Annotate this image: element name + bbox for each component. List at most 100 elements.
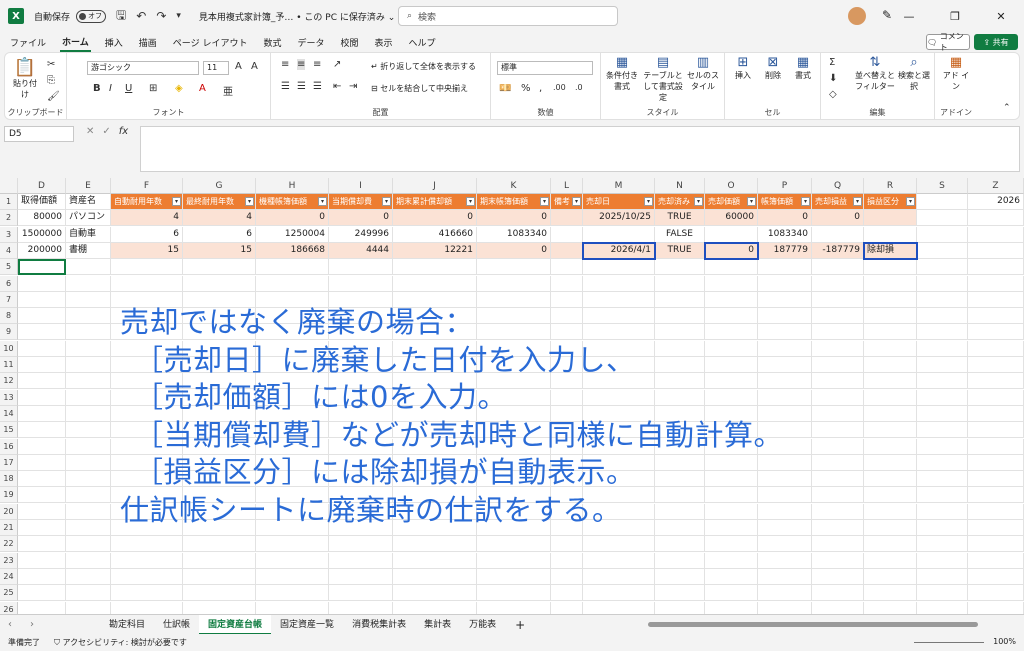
cell-d26[interactable] bbox=[18, 601, 66, 614]
cell-e12[interactable] bbox=[66, 373, 111, 390]
cell-z25[interactable] bbox=[968, 585, 1024, 602]
cell-k4[interactable]: 0 bbox=[477, 242, 551, 259]
filter-dropdown-icon[interactable]: ▾ bbox=[644, 197, 653, 206]
cell-d12[interactable] bbox=[18, 373, 66, 390]
fill-icon[interactable]: ⬇ bbox=[829, 73, 837, 84]
cell-h1[interactable]: 機種帳簿価額 ▾ bbox=[256, 194, 329, 210]
cell-d22[interactable] bbox=[18, 536, 66, 553]
row-header-19[interactable]: 19 bbox=[0, 487, 18, 504]
format-painter-icon[interactable]: 🖌 bbox=[47, 91, 60, 102]
align-bottom-icon[interactable]: ≡ bbox=[313, 59, 321, 70]
cell-s1[interactable] bbox=[917, 194, 968, 210]
cell-o26[interactable] bbox=[705, 601, 758, 614]
document-title[interactable]: 見本用複式家計簿_予… • この PC に保存済み ⌄ bbox=[199, 10, 395, 23]
filter-dropdown-icon[interactable]: ▾ bbox=[801, 197, 810, 206]
cell-r19[interactable] bbox=[864, 487, 917, 504]
cell-s8[interactable] bbox=[917, 308, 968, 325]
menu-review[interactable]: 校閲 bbox=[339, 34, 361, 51]
zoom-slider[interactable] bbox=[914, 642, 984, 643]
cell-m5[interactable] bbox=[583, 259, 655, 276]
row-header-7[interactable]: 7 bbox=[0, 291, 18, 308]
cell-s3[interactable] bbox=[917, 226, 968, 243]
cell-e15[interactable] bbox=[66, 422, 111, 439]
row-header-3[interactable]: 3 bbox=[0, 226, 18, 243]
menu-data[interactable]: データ bbox=[295, 34, 326, 51]
cell-i5[interactable] bbox=[329, 259, 393, 276]
menu-help[interactable]: ヘルプ bbox=[407, 34, 438, 51]
cell-d7[interactable] bbox=[18, 291, 66, 308]
cell-z21[interactable] bbox=[968, 520, 1024, 536]
cell-z19[interactable] bbox=[968, 487, 1024, 504]
cell-r23[interactable] bbox=[864, 552, 917, 569]
cell-q26[interactable] bbox=[812, 601, 864, 614]
align-center-icon[interactable]: ☰ bbox=[297, 81, 306, 92]
cell-d1[interactable]: 取得価額 bbox=[18, 194, 66, 210]
cell-m25[interactable] bbox=[583, 585, 655, 602]
cell-s20[interactable] bbox=[917, 503, 968, 520]
column-header-q[interactable]: Q bbox=[812, 178, 864, 194]
cell-q21[interactable] bbox=[812, 520, 864, 536]
cell-q13[interactable] bbox=[812, 389, 864, 406]
outdent-icon[interactable]: ⇥ bbox=[349, 81, 357, 92]
cell-f4[interactable]: 15 bbox=[111, 242, 183, 259]
cell-s7[interactable] bbox=[917, 291, 968, 308]
cell-j26[interactable] bbox=[393, 601, 477, 614]
cell-f23[interactable] bbox=[111, 552, 183, 569]
cell-p24[interactable] bbox=[758, 568, 812, 585]
cell-d14[interactable] bbox=[18, 405, 66, 422]
cell-h2[interactable]: 0 bbox=[256, 210, 329, 227]
cell-l25[interactable] bbox=[551, 585, 583, 602]
cell-f22[interactable] bbox=[111, 536, 183, 553]
shrink-font-icon[interactable]: A bbox=[251, 61, 258, 72]
row-header-17[interactable]: 17 bbox=[0, 454, 18, 471]
cell-d9[interactable] bbox=[18, 324, 66, 341]
sheet-tab-universal[interactable]: 万能表 bbox=[460, 615, 505, 635]
cell-q5[interactable] bbox=[812, 259, 864, 276]
cell-d18[interactable] bbox=[18, 471, 66, 488]
cell-o6[interactable] bbox=[705, 275, 758, 292]
column-header-i[interactable]: I bbox=[329, 178, 393, 194]
cell-z6[interactable] bbox=[968, 275, 1024, 292]
cell-h24[interactable] bbox=[256, 568, 329, 585]
cell-i26[interactable] bbox=[329, 601, 393, 614]
cell-q20[interactable] bbox=[812, 503, 864, 520]
cell-e4[interactable]: 書棚 bbox=[66, 242, 111, 259]
cell-k25[interactable] bbox=[477, 585, 551, 602]
cell-q11[interactable] bbox=[812, 357, 864, 373]
cell-e22[interactable] bbox=[66, 536, 111, 553]
cell-m23[interactable] bbox=[583, 552, 655, 569]
number-format-select[interactable]: 標準 bbox=[497, 61, 593, 75]
row-header-13[interactable]: 13 bbox=[0, 389, 18, 406]
cell-g23[interactable] bbox=[183, 552, 256, 569]
cell-i6[interactable] bbox=[329, 275, 393, 292]
row-header-4[interactable]: 4 bbox=[0, 242, 18, 259]
cell-h26[interactable] bbox=[256, 601, 329, 614]
enter-icon[interactable]: ✓ bbox=[102, 126, 110, 137]
cell-q3[interactable] bbox=[812, 226, 864, 243]
cell-z23[interactable] bbox=[968, 552, 1024, 569]
cell-z24[interactable] bbox=[968, 568, 1024, 585]
cell-n5[interactable] bbox=[655, 259, 705, 276]
cell-r21[interactable] bbox=[864, 520, 917, 536]
row-header-5[interactable]: 5 bbox=[0, 259, 18, 276]
cell-g22[interactable] bbox=[183, 536, 256, 553]
row-header-23[interactable]: 23 bbox=[0, 552, 18, 569]
insert-function-icon[interactable]: fx bbox=[119, 126, 128, 137]
cell-e16[interactable] bbox=[66, 438, 111, 455]
cell-r22[interactable] bbox=[864, 536, 917, 553]
cell-s6[interactable] bbox=[917, 275, 968, 292]
row-header-22[interactable]: 22 bbox=[0, 536, 18, 553]
cell-q1[interactable]: 売却損益 ▾ bbox=[812, 194, 864, 210]
cell-z20[interactable] bbox=[968, 503, 1024, 520]
row-header-6[interactable]: 6 bbox=[0, 275, 18, 292]
cell-o1[interactable]: 売却価額 ▾ bbox=[705, 194, 758, 210]
column-header-j[interactable]: J bbox=[393, 178, 477, 194]
cell-r12[interactable] bbox=[864, 373, 917, 390]
cell-k23[interactable] bbox=[477, 552, 551, 569]
row-header-8[interactable]: 8 bbox=[0, 308, 18, 325]
search-input[interactable]: ⌕ 検索 bbox=[398, 6, 618, 26]
paste-button[interactable]: 📋 貼り付け bbox=[11, 57, 39, 100]
cell-k5[interactable] bbox=[477, 259, 551, 276]
cell-g1[interactable]: 最終耐用年数 ▾ bbox=[183, 194, 256, 210]
cell-f25[interactable] bbox=[111, 585, 183, 602]
